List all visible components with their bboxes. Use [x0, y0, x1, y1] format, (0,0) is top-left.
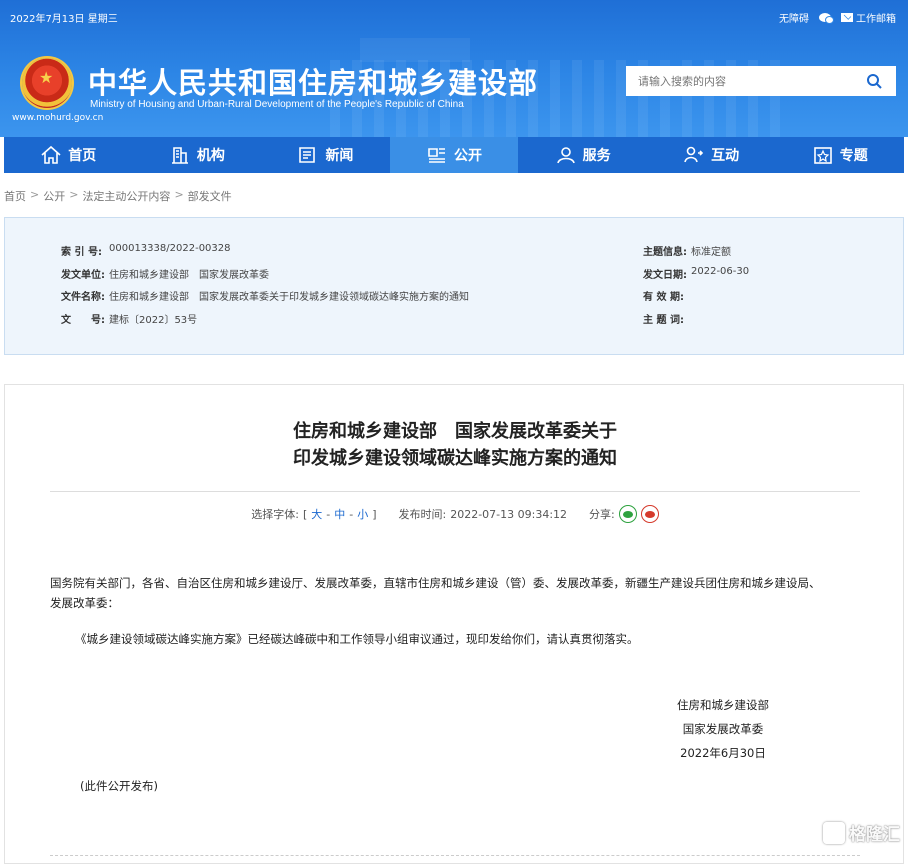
site-url: www.mohurd.gov.cn [12, 113, 104, 123]
wechat-share-icon[interactable] [618, 505, 637, 523]
weibo-share-icon[interactable] [640, 505, 659, 523]
watermark-logo-icon [823, 821, 845, 844]
header-date: 2022年7月13日 星期三 [10, 14, 118, 25]
nav-item-org[interactable]: 机构 [133, 137, 262, 173]
nav-label: 服务 [582, 148, 611, 164]
info-index-no: 索 引 号: 000013338/2022-00328 [61, 243, 231, 258]
info-key: 主题信息: [643, 247, 687, 258]
breadcrumb: 首页 > 公开 > 法定主动公开内容 > 部发文件 [4, 188, 232, 204]
nav-label: 新闻 [325, 148, 354, 164]
work-email-link[interactable]: 工作邮箱 [841, 10, 896, 25]
info-valid: 有 效 期: [643, 288, 691, 303]
document-info-box: 索 引 号: 000013338/2022-00328 发文单位: 住房和城乡建… [4, 217, 904, 355]
site-header: 2022年7月13日 星期三 无障碍 工作邮箱 www.mohurd.gov.c… [0, 0, 908, 137]
nav-item-home[interactable]: 首页 [4, 137, 133, 173]
interact-icon [684, 146, 704, 163]
search-button[interactable] [851, 66, 896, 96]
font-bracket-open: [ [302, 507, 308, 521]
topic-icon [813, 147, 832, 164]
salutation-line1: 国务院有关部门，各省、自治区住房和城乡建设厅、发展改革委，直辖市住房和城乡建设（… [50, 576, 821, 590]
info-date: 发文日期: 2022-06-30 [643, 266, 749, 281]
breadcrumb-item[interactable]: 公开 [43, 188, 65, 204]
work-email-label: 工作邮箱 [856, 14, 896, 25]
nav-item-interact[interactable]: 互动 [647, 137, 776, 173]
info-key: 发文单位: [61, 270, 105, 281]
watermark-text: 格隆汇 [849, 825, 900, 845]
nav-label: 专题 [839, 148, 868, 164]
nav-label: 公开 [454, 148, 483, 164]
publish-time: 2022-07-13 09:34:12 [450, 507, 568, 521]
nav-item-open[interactable]: 公开 [389, 137, 519, 173]
site-title: 中华人民共和国住房和城乡建设部 [88, 66, 539, 100]
breadcrumb-item[interactable]: 首页 [4, 188, 26, 204]
info-key: 索 引 号: [61, 247, 102, 258]
top-links: 无障碍 工作邮箱 [779, 10, 896, 25]
breadcrumb-item[interactable]: 法定主动公开内容 [82, 188, 170, 204]
info-keywords: 主 题 词: [643, 311, 691, 326]
main-nav: 首页 机构 新闻 公开 服务 互动 专题 [4, 137, 904, 173]
breadcrumb-item[interactable]: 部发文件 [188, 188, 232, 204]
article: 住房和城乡建设部 国家发展改革委关于 印发城乡建设领域碳达峰实施方案的通知 选择… [4, 384, 904, 864]
search-icon [866, 74, 882, 89]
news-icon [299, 147, 316, 163]
article-paragraph: 《城乡建设领域碳达峰实施方案》已经碳达峰碳中和工作领导小组审议通过，现印发给你们… [75, 632, 639, 646]
home-icon [41, 145, 61, 164]
info-value: 住房和城乡建设部 国家发展改革委 [109, 270, 269, 281]
publish-time-label: 发布时间: [398, 508, 447, 521]
nav-label: 互动 [711, 148, 740, 164]
article-title-line1: 住房和城乡建设部 国家发展改革委关于 [293, 421, 617, 442]
font-dash: - [349, 507, 354, 521]
info-value: 2022-06-30 [691, 266, 750, 277]
signature-ndrc: 国家发展改革委 [682, 722, 764, 736]
nav-label: 首页 [68, 148, 97, 164]
info-key: 主 题 词: [643, 315, 684, 326]
article-meta: 选择字体: [ 大 - 中 - 小 ] 发布时间: 2022-07-13 09:… [5, 505, 905, 523]
info-topic: 主题信息: 标准定额 [643, 243, 731, 258]
building-icon [171, 147, 188, 164]
signature-ministry: 住房和城乡建设部 [677, 698, 769, 712]
info-value: 住房和城乡建设部 国家发展改革委关于印发城乡建设领域碳达峰实施方案的通知 [109, 292, 469, 303]
search-input[interactable] [626, 66, 851, 96]
font-large-button[interactable]: 大 [311, 506, 322, 522]
info-issuer: 发文单位: 住房和城乡建设部 国家发展改革委 [61, 266, 269, 281]
service-icon [556, 147, 575, 164]
info-key: 有 效 期: [643, 292, 684, 303]
font-bracket-close: ] [372, 507, 377, 521]
mail-icon [841, 13, 853, 22]
share-label: 分享: [589, 508, 615, 521]
signature-date: 2022年6月30日 [680, 746, 766, 760]
info-key: 发文日期: [643, 270, 687, 281]
info-doc-no: 文 号: 建标〔2022〕53号 [61, 311, 197, 326]
info-value: 建标〔2022〕53号 [109, 315, 198, 326]
breadcrumb-separator: > [30, 188, 40, 201]
info-key: 文件名称: [61, 292, 105, 303]
info-key: 文 号: [61, 315, 105, 326]
public-release-note: (此件公开发布) [80, 779, 158, 793]
open-icon [428, 148, 446, 163]
wechat-icon[interactable] [819, 13, 834, 24]
font-small-button[interactable]: 小 [357, 506, 368, 522]
national-emblem-logo[interactable] [22, 58, 72, 108]
font-size-label: 选择字体: [251, 508, 299, 521]
accessible-link[interactable]: 无障碍 [779, 10, 809, 25]
font-medium-button[interactable]: 中 [334, 506, 345, 522]
salutation-line2: 发展改革委： [50, 596, 119, 610]
font-dash: - [326, 507, 331, 521]
info-value: 000013338/2022-00328 [109, 243, 231, 254]
breadcrumb-separator: > [69, 188, 79, 201]
article-title-line2: 印发城乡建设领域碳达峰实施方案的通知 [293, 448, 617, 469]
site-subtitle: Ministry of Housing and Urban-Rural Deve… [90, 99, 464, 110]
search-box [626, 66, 896, 96]
nav-item-topic[interactable]: 专题 [775, 137, 904, 173]
nav-label: 机构 [196, 148, 225, 164]
breadcrumb-separator: > [174, 188, 184, 201]
title-divider [50, 491, 860, 492]
nav-item-service[interactable]: 服务 [518, 137, 647, 173]
watermark: 格隆汇 [823, 820, 900, 845]
info-doc-name: 文件名称: 住房和城乡建设部 国家发展改革委关于印发城乡建设领域碳达峰实施方案的… [61, 288, 469, 303]
header-background-roof [360, 38, 470, 62]
bottom-divider [50, 855, 860, 856]
nav-item-news[interactable]: 新闻 [261, 137, 390, 173]
info-value: 标准定额 [691, 247, 731, 258]
